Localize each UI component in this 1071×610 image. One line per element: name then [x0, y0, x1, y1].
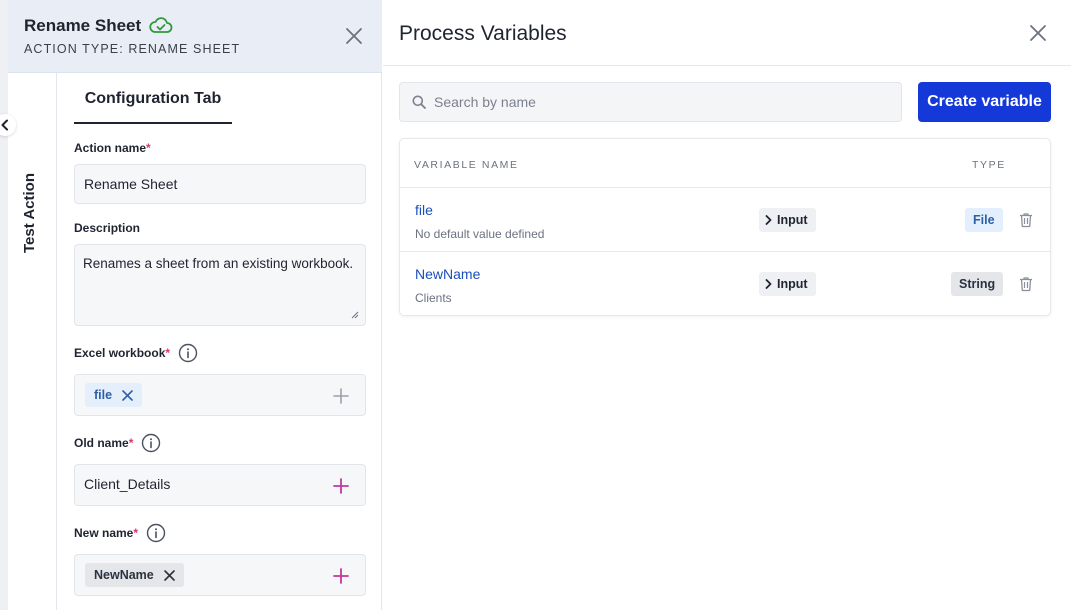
table-row[interactable]: file No default value defined Input File: [400, 188, 1050, 252]
panel-edge: [0, 0, 8, 610]
chip-label: NewName: [94, 568, 154, 582]
required-marker: *: [128, 436, 134, 450]
description-label: Description: [74, 221, 140, 235]
old-name-label-text: Old name: [74, 436, 129, 450]
required-marker: *: [133, 526, 139, 540]
column-header-type: TYPE: [972, 159, 1006, 171]
search-box[interactable]: [399, 82, 902, 122]
variable-name-link[interactable]: NewName: [415, 266, 480, 282]
variable-chip-file: file: [85, 383, 143, 407]
variable-name-link[interactable]: file: [415, 202, 433, 218]
excel-workbook-field[interactable]: file: [74, 374, 366, 416]
action-config-panel: Rename Sheet ACTION TYPE: RENAME SHEET T…: [0, 0, 382, 610]
remove-chip-icon[interactable]: [163, 569, 175, 581]
variable-chip-newname: NewName: [85, 563, 184, 587]
chevron-right-icon: [765, 215, 772, 225]
action-type-label: ACTION TYPE: RENAME SHEET: [24, 42, 241, 56]
action-name-label-text: Action name: [74, 141, 147, 155]
new-name-field[interactable]: NewName: [74, 554, 366, 596]
resize-grip-icon[interactable]: [351, 311, 359, 319]
type-badge: String: [951, 272, 1004, 296]
new-name-label: New name*: [74, 523, 166, 543]
action-name-label: Action name*: [74, 141, 151, 155]
add-variable-plus-icon[interactable]: [333, 388, 349, 404]
remove-chip-icon[interactable]: [122, 389, 133, 401]
new-name-label-text: New name: [74, 526, 134, 540]
description-label-text: Description: [74, 221, 141, 235]
app-root: Rename Sheet ACTION TYPE: RENAME SHEET T…: [0, 0, 1071, 610]
required-marker: *: [146, 141, 151, 155]
direction-label: Input: [777, 277, 808, 291]
action-title: Rename Sheet: [24, 16, 173, 36]
tab-configuration[interactable]: Configuration Tab: [74, 88, 232, 124]
test-action-tab[interactable]: Test Action: [21, 173, 38, 253]
table-row[interactable]: NewName Clients Input String: [400, 252, 1050, 316]
description-field[interactable]: Renames a sheet from an existing workboo…: [74, 244, 366, 326]
action-title-text: Rename Sheet: [24, 16, 142, 35]
panel-title: Process Variables: [399, 22, 567, 45]
search-icon: [412, 95, 426, 109]
add-variable-plus-icon[interactable]: [333, 478, 349, 494]
excel-workbook-label: Excel workbook*: [74, 343, 198, 363]
variable-description: Clients: [415, 291, 452, 305]
info-icon[interactable]: [178, 343, 198, 363]
info-icon[interactable]: [146, 523, 166, 543]
old-name-field[interactable]: Client_Details: [74, 464, 366, 506]
variable-description: No default value defined: [415, 227, 545, 241]
direction-toggle[interactable]: Input: [759, 272, 816, 296]
add-variable-plus-icon[interactable]: [333, 568, 349, 584]
description-text: Renames a sheet from an existing workboo…: [83, 256, 354, 271]
test-action-rail[interactable]: Test Action: [8, 73, 57, 610]
old-name-label: Old name*: [74, 433, 161, 453]
direction-toggle[interactable]: Input: [759, 208, 816, 232]
chevron-left-icon: [1, 119, 8, 131]
create-variable-button[interactable]: Create variable: [918, 82, 1051, 122]
search-input[interactable]: [434, 83, 894, 121]
cloud-check-icon: [149, 17, 173, 33]
old-name-value: Client_Details: [84, 476, 171, 492]
close-icon[interactable]: [1029, 24, 1047, 42]
action-header: Rename Sheet ACTION TYPE: RENAME SHEET: [8, 0, 382, 73]
divider: [383, 65, 1071, 66]
action-name-field[interactable]: Rename Sheet: [74, 164, 366, 204]
excel-workbook-label-text: Excel workbook: [74, 346, 166, 360]
chip-label: file: [94, 388, 113, 402]
chevron-right-icon: [765, 279, 772, 289]
column-header-name: VARIABLE NAME: [414, 159, 519, 171]
process-variables-panel: Process Variables Create variable VARIAB…: [383, 0, 1071, 610]
type-badge: File: [965, 208, 1003, 232]
close-icon[interactable]: [344, 26, 364, 46]
info-icon[interactable]: [141, 433, 161, 453]
required-marker: *: [165, 346, 171, 360]
direction-label: Input: [777, 213, 808, 227]
trash-icon[interactable]: [1019, 212, 1033, 228]
trash-icon[interactable]: [1019, 276, 1033, 292]
variables-table: VARIABLE NAME TYPE file No default value…: [399, 138, 1051, 316]
